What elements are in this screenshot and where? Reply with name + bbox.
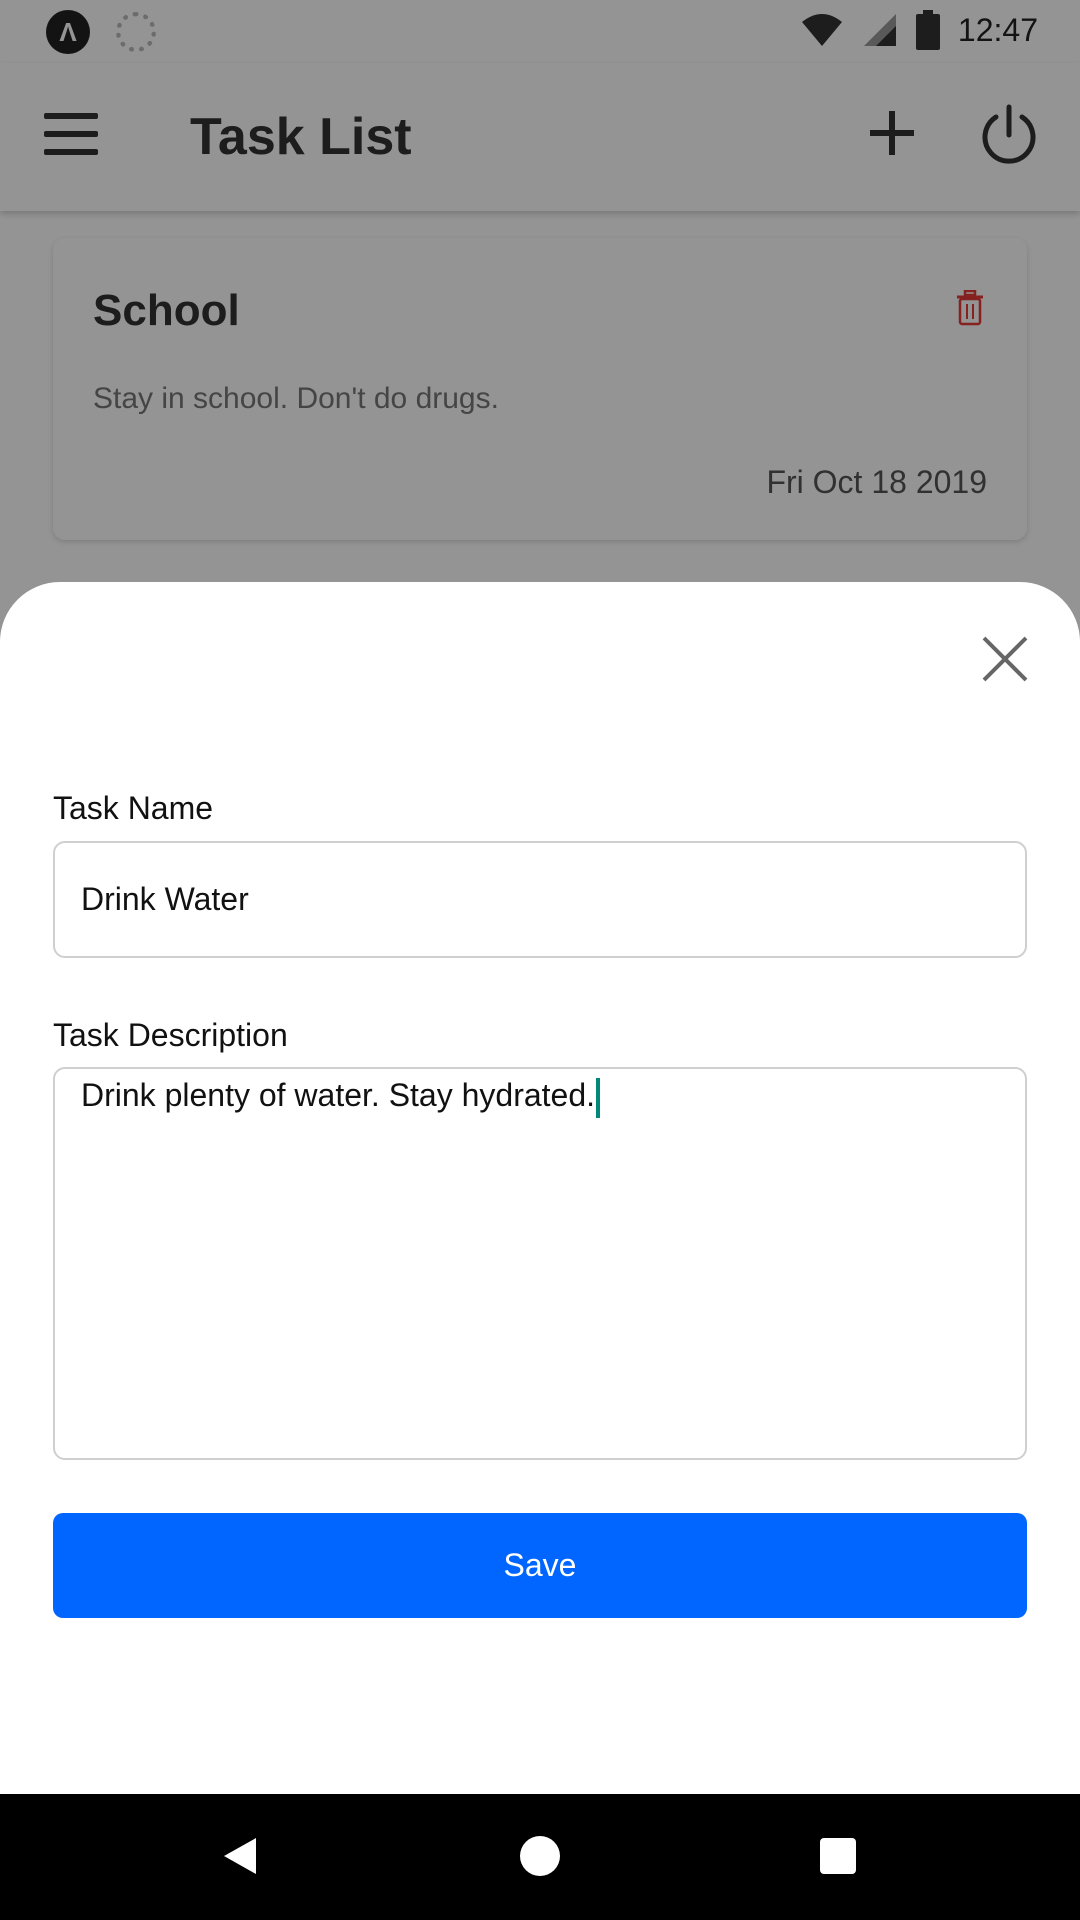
back-icon[interactable]	[222, 1836, 258, 1876]
recents-icon[interactable]	[820, 1838, 856, 1874]
home-icon[interactable]	[520, 1836, 560, 1876]
save-button[interactable]: Save	[53, 1513, 1027, 1618]
task-description-input[interactable]: Drink plenty of water. Stay hydrated.	[53, 1067, 1027, 1460]
task-name-input[interactable]: Drink Water	[53, 841, 1027, 958]
task-description-text: Drink plenty of water. Stay hydrated.	[81, 1077, 596, 1113]
close-icon[interactable]	[980, 634, 1030, 684]
task-name-label: Task Name	[53, 790, 214, 826]
system-nav-bar	[0, 1794, 1080, 1920]
text-caret	[596, 1077, 601, 1118]
task-description-label: Task Description	[53, 1017, 288, 1053]
